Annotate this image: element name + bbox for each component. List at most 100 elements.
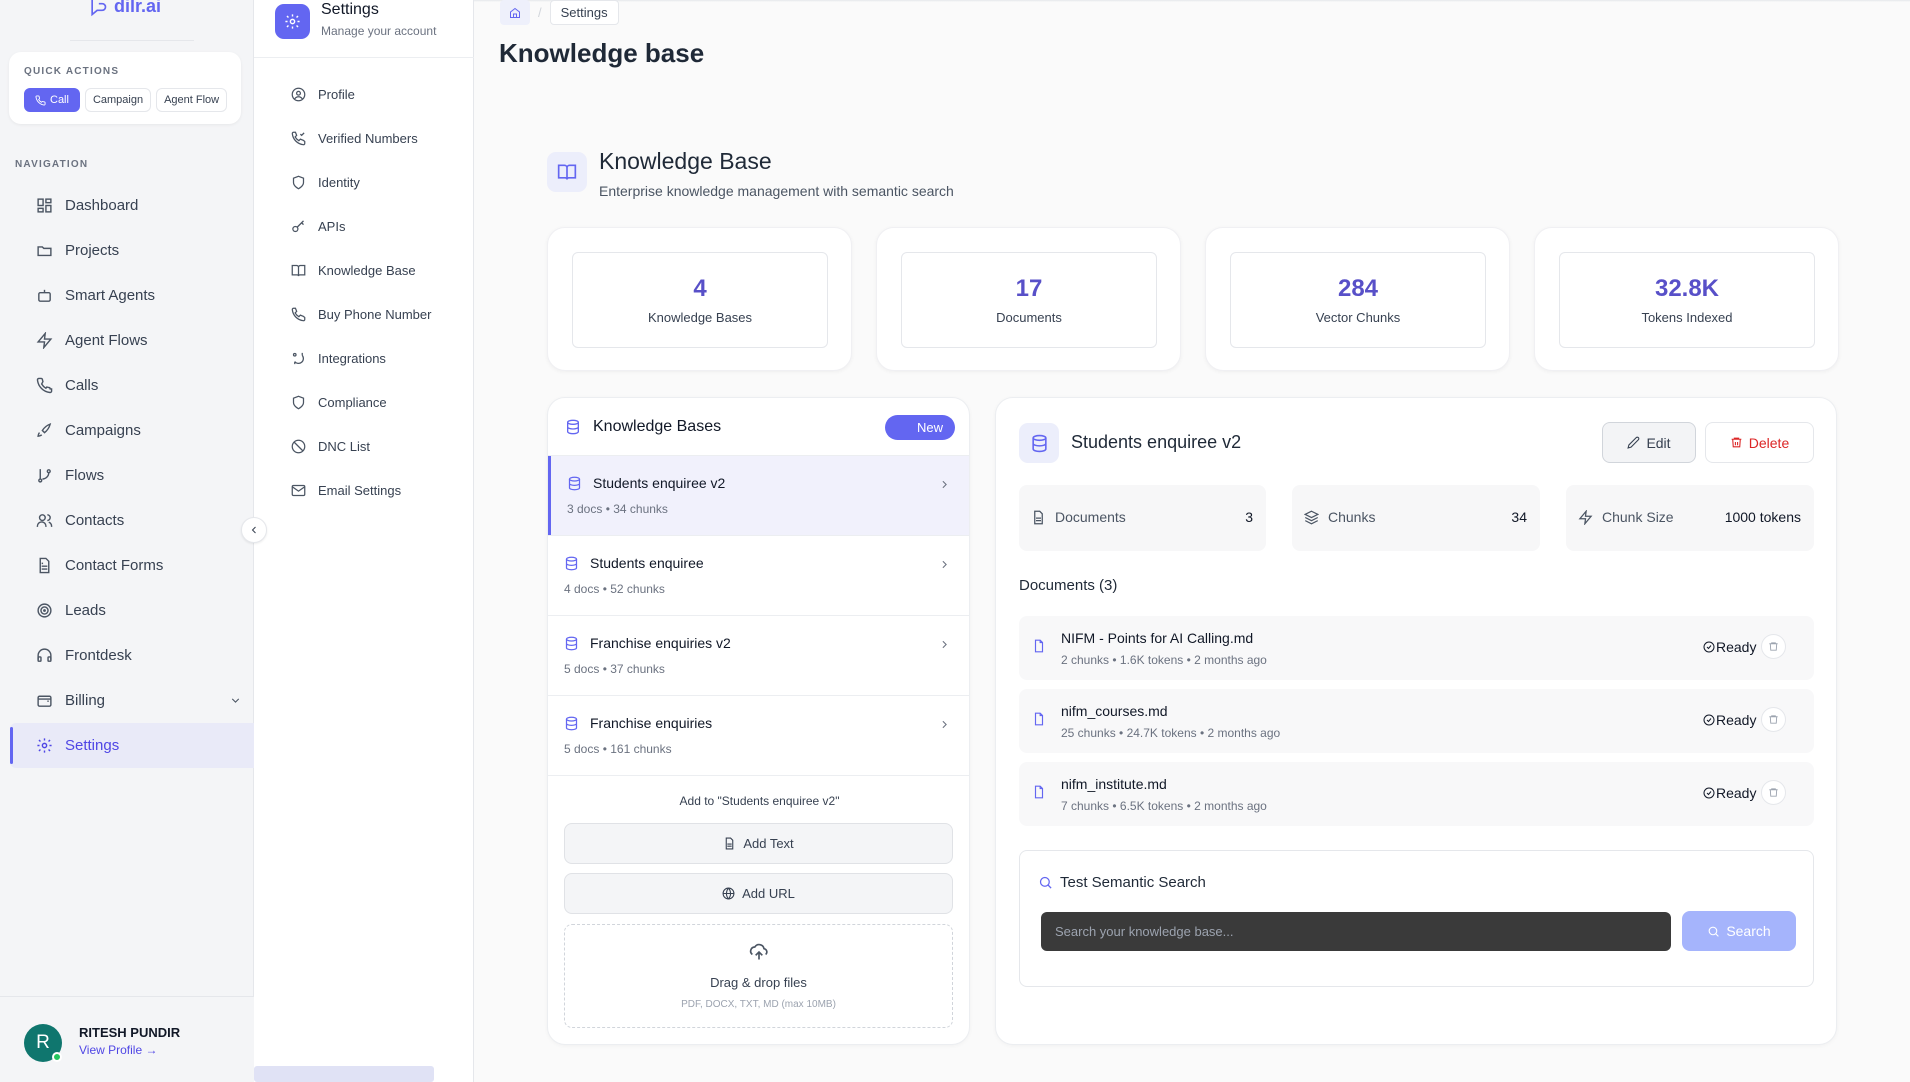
nav-item-frontdesk[interactable]: Frontdesk bbox=[10, 633, 254, 678]
add-text-button[interactable]: Add Text bbox=[564, 823, 953, 864]
main-sidebar: dilr.ai QUICK ACTIONS Call Campaign Agen… bbox=[0, 0, 254, 1082]
nav-item-settings[interactable]: Settings bbox=[10, 723, 254, 768]
gear-icon bbox=[37, 738, 52, 753]
document-row[interactable]: NIFM - Points for AI Calling.md 2 chunks… bbox=[1019, 616, 1814, 680]
file-dropzone[interactable]: Drag & drop files PDF, DOCX, TXT, MD (ma… bbox=[564, 924, 953, 1028]
nav-label: Leads bbox=[65, 602, 106, 619]
nav-label: Dashboard bbox=[65, 197, 139, 214]
search-button[interactable]: Search bbox=[1682, 911, 1796, 951]
delete-button[interactable]: Delete bbox=[1705, 422, 1814, 463]
settings-item-profile[interactable]: Profile bbox=[254, 72, 474, 116]
edit-label: Edit bbox=[1646, 434, 1671, 451]
nav-list: Dashboard Projects Smart Agents Agent Fl… bbox=[10, 183, 254, 768]
dashboard-icon bbox=[37, 198, 52, 213]
nav-label: Smart Agents bbox=[65, 287, 156, 304]
breadcrumb-home[interactable] bbox=[500, 0, 530, 25]
online-status-dot bbox=[52, 1052, 62, 1062]
app-root: dilr.ai QUICK ACTIONS Call Campaign Agen… bbox=[0, 0, 1910, 1082]
chevron-left-icon bbox=[251, 526, 256, 534]
edit-button[interactable]: Edit bbox=[1602, 422, 1696, 463]
settings-item-dnc-list[interactable]: DNC List bbox=[254, 424, 474, 468]
settings-sidebar: Settings Manage your account Profile Ver… bbox=[254, 0, 474, 1082]
nav-item-smart-agents[interactable]: Smart Agents bbox=[10, 273, 254, 318]
delete-document-button[interactable] bbox=[1761, 707, 1786, 732]
new-knowledge-base-button[interactable]: New bbox=[885, 415, 955, 440]
stat-card: 4 Knowledge Bases bbox=[547, 227, 852, 371]
sidebar-collapse-button[interactable] bbox=[241, 517, 267, 543]
nav-label: Frontdesk bbox=[65, 647, 132, 664]
settings-title: Settings bbox=[321, 1, 379, 18]
dropzone-title: Drag & drop files bbox=[710, 975, 807, 990]
list-item[interactable]: Students enquiree 4 docs • 52 chunks bbox=[548, 536, 969, 616]
document-row[interactable]: nifm_courses.md 25 chunks • 24.7K tokens… bbox=[1019, 689, 1814, 753]
document-row[interactable]: nifm_institute.md 7 chunks • 6.5K tokens… bbox=[1019, 762, 1814, 826]
search-icon bbox=[1039, 876, 1052, 889]
database-icon bbox=[567, 419, 579, 434]
nav-item-contact-forms[interactable]: Contact Forms bbox=[10, 543, 254, 588]
stat-card: 17 Documents bbox=[876, 227, 1181, 371]
settings-item-identity[interactable]: Identity bbox=[254, 160, 474, 204]
file-icon bbox=[1034, 510, 1043, 525]
list-item[interactable]: Students enquiree v2 3 docs • 34 chunks bbox=[548, 456, 969, 536]
settings-item-label: Buy Phone Number bbox=[318, 306, 432, 322]
document-meta: 25 chunks • 24.7K tokens • 2 months ago bbox=[1061, 726, 1281, 740]
logo-divider bbox=[70, 40, 194, 41]
status-label: Ready bbox=[1716, 639, 1757, 655]
status-badge: Ready bbox=[1703, 639, 1756, 655]
main-content: / Settings Knowledge base Knowledge Base… bbox=[474, 0, 1910, 1082]
settings-item-apis[interactable]: APIs bbox=[254, 204, 474, 248]
pencil-icon bbox=[1627, 436, 1640, 449]
metric-value: 34 bbox=[1511, 509, 1527, 525]
breadcrumb-current[interactable]: Settings bbox=[549, 0, 619, 25]
settings-item-integrations[interactable]: Integrations bbox=[254, 336, 474, 380]
nav-item-calls[interactable]: Calls bbox=[10, 363, 254, 408]
add-url-label: Add URL bbox=[742, 886, 795, 901]
nav-label: Agent Flows bbox=[65, 332, 148, 349]
metric-label: Chunk Size bbox=[1602, 509, 1674, 525]
settings-item-knowledge-base[interactable]: Knowledge Base bbox=[254, 248, 474, 292]
stat-label: Vector Chunks bbox=[1315, 310, 1401, 325]
stat-value: 17 bbox=[1015, 275, 1043, 302]
delete-label: Delete bbox=[1748, 434, 1790, 451]
add-url-button[interactable]: Add URL bbox=[564, 873, 953, 914]
status-label: Ready bbox=[1716, 785, 1757, 801]
quick-campaign-button[interactable]: Campaign bbox=[84, 88, 152, 112]
settings-item-verified-numbers[interactable]: Verified Numbers bbox=[254, 116, 474, 160]
brand-logo[interactable]: dilr.ai bbox=[88, 0, 161, 17]
search-input[interactable] bbox=[1041, 912, 1671, 951]
quick-actions-panel: QUICK ACTIONS Call Campaign Agent Flow bbox=[9, 52, 241, 124]
list-item[interactable]: Franchise enquiries v2 5 docs • 37 chunk… bbox=[548, 616, 969, 696]
nav-label: Contact Forms bbox=[65, 557, 164, 574]
section-title: Knowledge Base bbox=[599, 148, 772, 174]
settings-menu: Profile Verified Numbers Identity APIs K… bbox=[254, 72, 474, 512]
metric-value: 3 bbox=[1245, 509, 1253, 525]
list-item[interactable]: Franchise enquiries 5 docs • 161 chunks bbox=[548, 696, 969, 776]
file-text-icon bbox=[726, 837, 734, 850]
nav-item-projects[interactable]: Projects bbox=[10, 228, 254, 273]
settings-item-label: APIs bbox=[318, 218, 346, 234]
quick-agent-flow-button[interactable]: Agent Flow bbox=[156, 88, 228, 112]
view-profile-link[interactable]: View Profile → bbox=[79, 1043, 157, 1057]
settings-item-compliance[interactable]: Compliance bbox=[254, 380, 474, 424]
quick-call-button[interactable]: Call bbox=[24, 88, 80, 112]
delete-document-button[interactable] bbox=[1761, 780, 1786, 805]
settings-item-buy-phone-number[interactable]: Buy Phone Number bbox=[254, 292, 474, 336]
users-icon bbox=[36, 514, 53, 527]
nav-item-campaigns[interactable]: Campaigns bbox=[10, 408, 254, 453]
plug-icon bbox=[292, 352, 304, 364]
ban-icon bbox=[291, 439, 306, 453]
nav-item-flows[interactable]: Flows bbox=[10, 453, 254, 498]
kb-meta: 3 docs • 34 chunks bbox=[567, 502, 668, 516]
nav-item-contacts[interactable]: Contacts bbox=[10, 498, 254, 543]
nav-item-leads[interactable]: Leads bbox=[10, 588, 254, 633]
settings-item-email-settings[interactable]: Email Settings bbox=[254, 468, 474, 512]
settings-scrollbar[interactable] bbox=[254, 1066, 434, 1082]
chevron-right-icon bbox=[942, 480, 947, 489]
nav-item-dashboard[interactable]: Dashboard bbox=[10, 183, 254, 228]
phone-icon bbox=[36, 377, 53, 394]
nav-item-billing[interactable]: Billing bbox=[10, 678, 254, 723]
file-icon bbox=[1034, 785, 1044, 799]
nav-item-agent-flows[interactable]: Agent Flows bbox=[10, 318, 254, 363]
delete-document-button[interactable] bbox=[1761, 634, 1786, 659]
check-circle-icon bbox=[1703, 787, 1715, 799]
